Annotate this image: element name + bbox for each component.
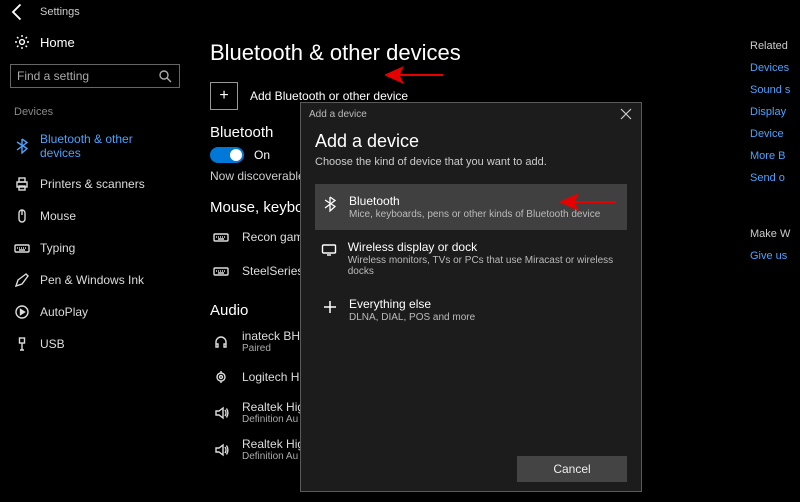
option-desc: Mice, keyboards, pens or other kinds of … [349,209,600,220]
printer-icon [14,176,30,192]
keyboard-icon [14,240,30,256]
sidebar-item-typing[interactable]: Typing [10,234,180,262]
app-title: Settings [40,6,80,18]
related-link[interactable]: Display [750,106,800,118]
keyboard-icon [210,260,232,282]
bluetooth-toggle[interactable] [210,147,244,163]
home-label: Home [40,35,75,50]
sidebar-item-mouse[interactable]: Mouse [10,202,180,230]
related-link[interactable]: Devices [750,62,800,74]
search-placeholder: Find a setting [17,69,89,83]
related-settings: Related Devices Sound s Display Device M… [750,40,800,262]
sidebar-section-header: Devices [14,106,180,118]
option-desc: Wireless monitors, TVs or PCs that use M… [348,255,621,277]
option-title: Wireless display or dock [348,240,621,254]
option-bluetooth[interactable]: Bluetooth Mice, keyboards, pens or other… [315,184,627,230]
back-button[interactable] [8,2,28,22]
related-link[interactable]: More B [750,150,800,162]
sidebar-item-label: Printers & scanners [40,177,145,191]
option-everything-else[interactable]: Everything else DLNA, DIAL, POS and more [315,287,627,333]
bluetooth-icon [321,195,339,213]
option-wireless-display[interactable]: Wireless display or dock Wireless monito… [315,230,627,287]
speaker-icon [210,439,232,461]
related-header: Related [750,40,800,52]
sidebar-item-usb[interactable]: USB [10,330,180,358]
dialog-heading: Add a device [315,131,627,152]
speaker-icon [210,402,232,424]
bluetooth-icon [14,138,30,154]
option-title: Bluetooth [349,194,600,208]
sidebar-item-label: Mouse [40,209,76,223]
plus-icon: + [210,82,238,110]
search-input[interactable]: Find a setting [10,64,180,88]
related-link[interactable]: Send o [750,172,800,184]
dialog-subtitle: Choose the kind of device that you want … [315,156,627,168]
sidebar-item-printers[interactable]: Printers & scanners [10,170,180,198]
search-icon [157,68,173,84]
sidebar-item-label: Pen & Windows Ink [40,273,144,287]
sidebar-item-autoplay[interactable]: AutoPlay [10,298,180,326]
gear-icon [14,34,30,50]
dialog-window-title: Add a device [309,109,367,120]
display-icon [321,241,338,259]
feedback-link[interactable]: Give us [750,250,800,262]
sidebar-item-label: AutoPlay [40,305,88,319]
plus-icon [321,298,339,316]
option-desc: DLNA, DIAL, POS and more [349,312,475,323]
keyboard-icon [210,226,232,248]
sidebar-item-label: Typing [40,241,75,255]
mouse-icon [14,208,30,224]
add-device-label: Add Bluetooth or other device [250,89,408,103]
autoplay-icon [14,304,30,320]
sidebar-item-label: Bluetooth & other devices [40,132,176,160]
feedback-header: Make W [750,228,800,240]
device-name: Logitech HD [242,370,308,384]
sidebar: Home Find a setting Devices Bluetooth & … [0,24,190,502]
option-title: Everything else [349,297,475,311]
close-button[interactable] [619,107,633,121]
camera-icon [210,366,232,388]
related-link[interactable]: Device [750,128,800,140]
usb-icon [14,336,30,352]
headset-icon [210,331,232,353]
cancel-button[interactable]: Cancel [517,456,627,482]
sidebar-item-label: USB [40,337,65,351]
add-device-dialog: Add a device Add a device Choose the kin… [300,102,642,492]
sidebar-item-pen[interactable]: Pen & Windows Ink [10,266,180,294]
page-title: Bluetooth & other devices [210,40,792,66]
bluetooth-toggle-label: On [254,148,270,162]
related-link[interactable]: Sound s [750,84,800,96]
home-button[interactable]: Home [10,30,180,60]
sidebar-item-bluetooth[interactable]: Bluetooth & other devices [10,126,180,166]
pen-icon [14,272,30,288]
